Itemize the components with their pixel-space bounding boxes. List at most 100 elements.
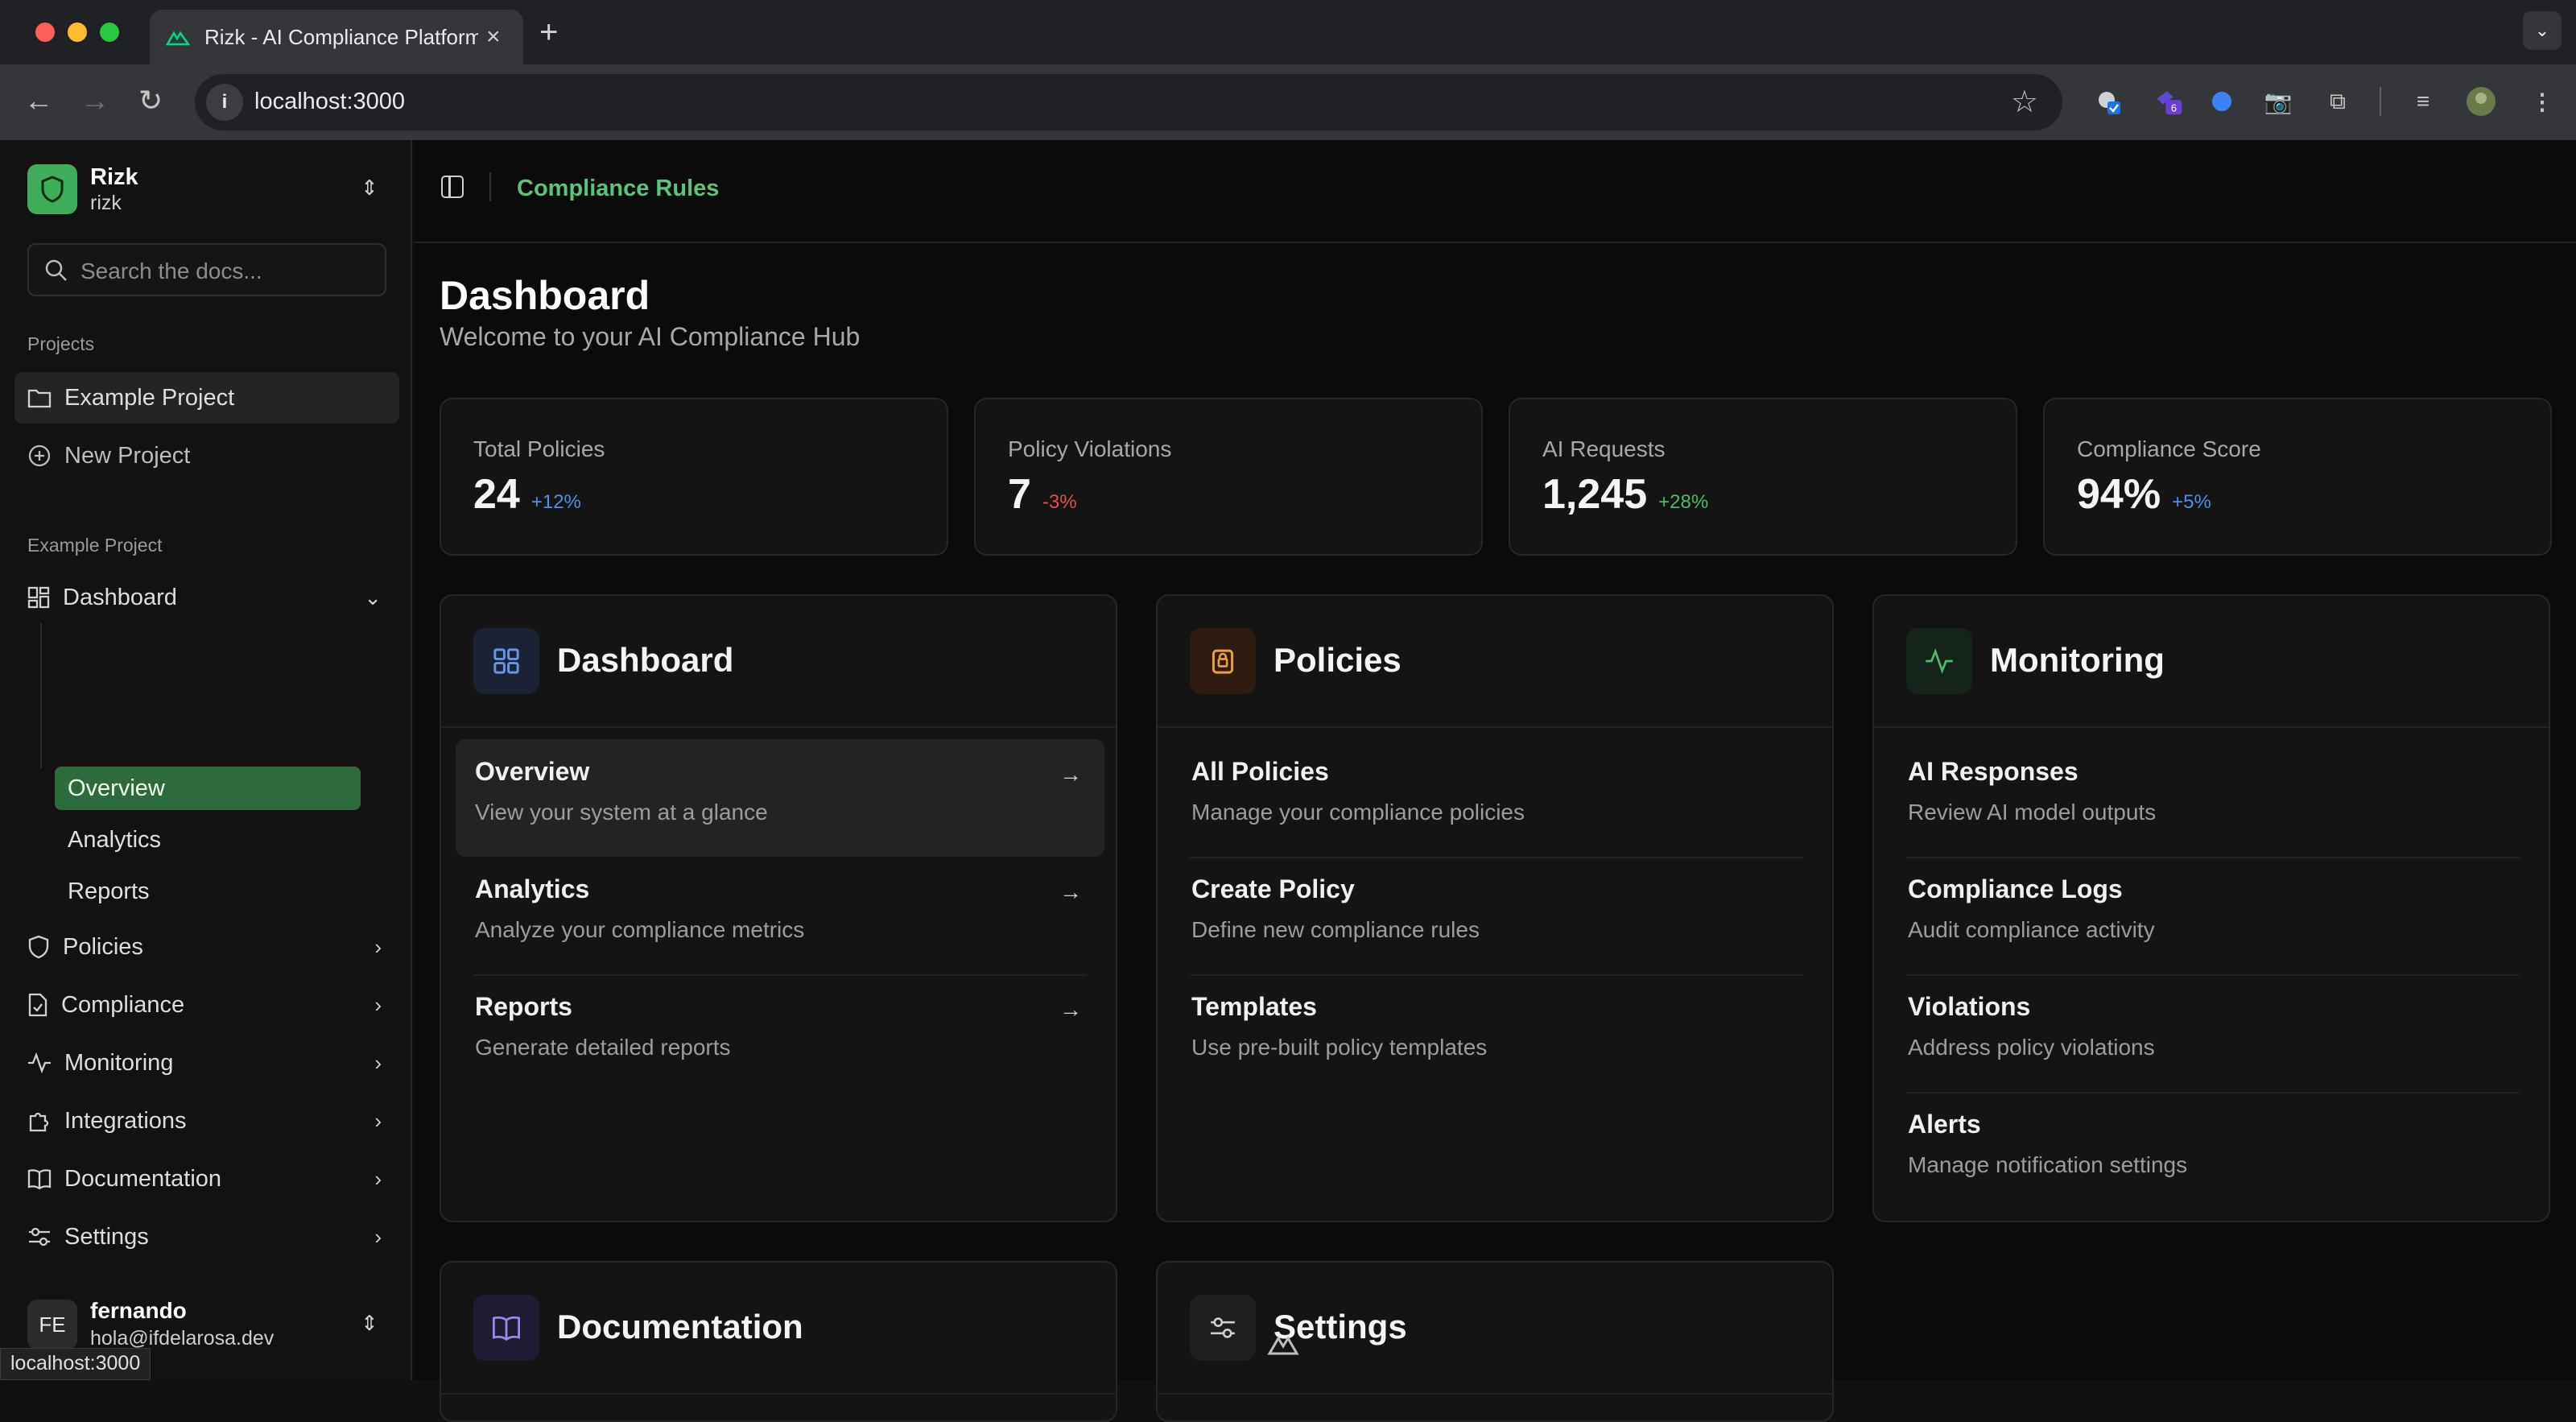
link-title: Alerts bbox=[1908, 1110, 1981, 1139]
breadcrumb[interactable]: Compliance Rules bbox=[517, 176, 719, 202]
badge-extension-icon[interactable]: 6 bbox=[2153, 85, 2185, 118]
card-link-all-policies[interactable]: All Policies Manage your compliance poli… bbox=[1172, 739, 1821, 857]
sidebar-item-documentation[interactable]: Documentation › bbox=[14, 1153, 399, 1205]
chevron-right-icon: › bbox=[374, 1108, 382, 1133]
close-tab-icon[interactable]: × bbox=[486, 23, 501, 51]
link-description: Manage your compliance policies bbox=[1191, 800, 1525, 825]
new-project-label: New Project bbox=[64, 442, 191, 469]
nuxt-favicon-icon bbox=[166, 31, 190, 46]
svg-text:6: 6 bbox=[2171, 102, 2177, 114]
card-policies: Policies All Policies Manage your compli… bbox=[1156, 594, 1834, 1222]
stat-label: Compliance Score bbox=[2077, 436, 2261, 461]
stat-value: 1,245 bbox=[1542, 471, 1648, 518]
submenu-guide-line bbox=[40, 623, 42, 768]
sidebar-subitem-reports[interactable]: Reports bbox=[55, 870, 361, 913]
tab-search-button[interactable]: ⌄ bbox=[2523, 11, 2562, 50]
browser-menu-icon[interactable]: ⋮ bbox=[2526, 85, 2558, 118]
chevron-right-icon: › bbox=[374, 1224, 382, 1249]
sidebar-item-policies[interactable]: Policies › bbox=[14, 921, 399, 973]
team-switcher-chevrons-icon[interactable]: ⇕ bbox=[361, 176, 378, 200]
site-info-icon[interactable]: i bbox=[206, 84, 243, 121]
book-icon bbox=[473, 1295, 539, 1361]
link-description: Address policy violations bbox=[1908, 1035, 2155, 1060]
user-menu-chevrons-icon[interactable]: ⇕ bbox=[361, 1311, 378, 1336]
reload-icon[interactable]: ↻ bbox=[138, 84, 163, 118]
card-documentation: Documentation bbox=[440, 1261, 1117, 1422]
blue-dot-extension-icon[interactable] bbox=[2206, 85, 2238, 118]
card-link-templates[interactable]: Templates Use pre-built policy templates bbox=[1172, 974, 1821, 1092]
sidebar-item-dashboard[interactable]: Dashboard ⌄ bbox=[14, 572, 399, 623]
file-check-icon bbox=[28, 993, 47, 1017]
card-link-create-policy[interactable]: Create Policy Define new compliance rule… bbox=[1172, 857, 1821, 974]
puzzle-extensions-icon[interactable]: ⧉ bbox=[2322, 85, 2354, 118]
close-window-button[interactable] bbox=[35, 23, 55, 42]
project-item-example[interactable]: Example Project bbox=[14, 372, 399, 424]
sidebar-subitem-analytics[interactable]: Analytics bbox=[55, 818, 361, 862]
camera-icon[interactable]: 📷 bbox=[2262, 85, 2294, 118]
card-title: Dashboard bbox=[557, 641, 734, 679]
card-link-reports[interactable]: Reports Generate detailed reports → bbox=[456, 974, 1104, 1092]
card-link-analytics[interactable]: Analytics Analyze your compliance metric… bbox=[456, 857, 1104, 974]
sidebar-toggle-icon[interactable] bbox=[441, 176, 464, 198]
link-title: All Policies bbox=[1191, 757, 1329, 786]
forward-icon[interactable]: → bbox=[80, 84, 109, 118]
arrow-right-icon: → bbox=[1059, 879, 1082, 904]
activity-icon bbox=[28, 1052, 51, 1074]
card-header: Settings bbox=[1158, 1263, 1832, 1395]
card-link-violations[interactable]: Violations Address policy violations bbox=[1889, 974, 2537, 1092]
bookmark-star-icon[interactable]: ☆ bbox=[2011, 84, 2038, 120]
puzzle-icon bbox=[29, 1112, 49, 1132]
user-avatar[interactable]: FE bbox=[27, 1300, 77, 1350]
back-icon[interactable]: ← bbox=[24, 84, 53, 118]
lock-icon bbox=[1190, 628, 1256, 694]
link-title: Templates bbox=[1191, 992, 1317, 1021]
address-url[interactable]: localhost:3000 bbox=[254, 89, 405, 115]
project-section-label: Example Project bbox=[27, 535, 163, 556]
sidebar-item-label: Documentation bbox=[64, 1165, 222, 1192]
card-link-compliance-logs[interactable]: Compliance Logs Audit compliance activit… bbox=[1889, 857, 2537, 974]
new-tab-button[interactable]: + bbox=[539, 14, 558, 51]
link-title: Compliance Logs bbox=[1908, 874, 2123, 903]
arrow-right-icon: → bbox=[1059, 997, 1082, 1022]
book-icon bbox=[27, 1169, 52, 1189]
link-description: Manage notification settings bbox=[1908, 1152, 2188, 1177]
stat-label: AI Requests bbox=[1542, 436, 1666, 461]
media-controls-icon[interactable]: ≡ bbox=[2407, 85, 2439, 118]
browser-toolbar: ← → ↻ i localhost:3000 ☆ 6 📷 ⧉ ≡ ⋮ bbox=[0, 64, 2576, 140]
maximize-window-button[interactable] bbox=[100, 23, 119, 42]
browser-tab[interactable]: Rizk - AI Compliance Platform × bbox=[150, 10, 523, 64]
address-bar[interactable]: i localhost:3000 ☆ bbox=[195, 74, 2062, 130]
stat-value: 7 bbox=[1008, 471, 1031, 518]
browser-window: Rizk - AI Compliance Platform × + ⌄ ← → … bbox=[0, 0, 2576, 1422]
sidebar-item-monitoring[interactable]: Monitoring › bbox=[14, 1037, 399, 1089]
arrow-right-icon: → bbox=[1059, 762, 1082, 787]
profile-avatar[interactable] bbox=[2465, 85, 2497, 118]
sidebar-item-integrations[interactable]: Integrations › bbox=[14, 1095, 399, 1147]
card-header: Documentation bbox=[441, 1263, 1116, 1395]
link-title: AI Responses bbox=[1908, 757, 2079, 786]
sidebar-item-settings[interactable]: Settings › bbox=[14, 1211, 399, 1263]
link-title: Overview bbox=[475, 757, 590, 786]
link-description: Analyze your compliance metrics bbox=[475, 917, 805, 942]
folder-icon bbox=[27, 389, 52, 408]
docs-search-input[interactable]: Search the docs... bbox=[27, 243, 386, 296]
sidebar-item-label: Settings bbox=[64, 1223, 149, 1250]
card-link-alerts[interactable]: Alerts Manage notification settings bbox=[1889, 1092, 2537, 1209]
stat-card-compliance-score: Compliance Score 94% +5% bbox=[2043, 398, 2552, 556]
link-title: Create Policy bbox=[1191, 874, 1355, 903]
main-content: Compliance Rules Dashboard Welcome to yo… bbox=[414, 140, 2576, 1422]
nuxt-devtools-icon[interactable] bbox=[1267, 1332, 1299, 1356]
stat-label: Total Policies bbox=[473, 436, 605, 461]
shield-icon bbox=[28, 935, 49, 959]
card-link-ai-responses[interactable]: AI Responses Review AI model outputs bbox=[1889, 739, 2537, 857]
sidebar-item-compliance[interactable]: Compliance › bbox=[14, 979, 399, 1031]
new-project-button[interactable]: New Project bbox=[14, 430, 399, 482]
brand-name: Rizk bbox=[90, 164, 138, 190]
chevron-right-icon: › bbox=[374, 1166, 382, 1191]
cloud-extension-icon[interactable] bbox=[2093, 85, 2125, 118]
card-link-overview[interactable]: Overview View your system at a glance → bbox=[456, 739, 1104, 857]
link-description: Generate detailed reports bbox=[475, 1035, 731, 1060]
minimize-window-button[interactable] bbox=[68, 23, 87, 42]
sidebar-subitem-overview[interactable]: Overview bbox=[55, 767, 361, 810]
stat-change: +12% bbox=[530, 491, 581, 513]
